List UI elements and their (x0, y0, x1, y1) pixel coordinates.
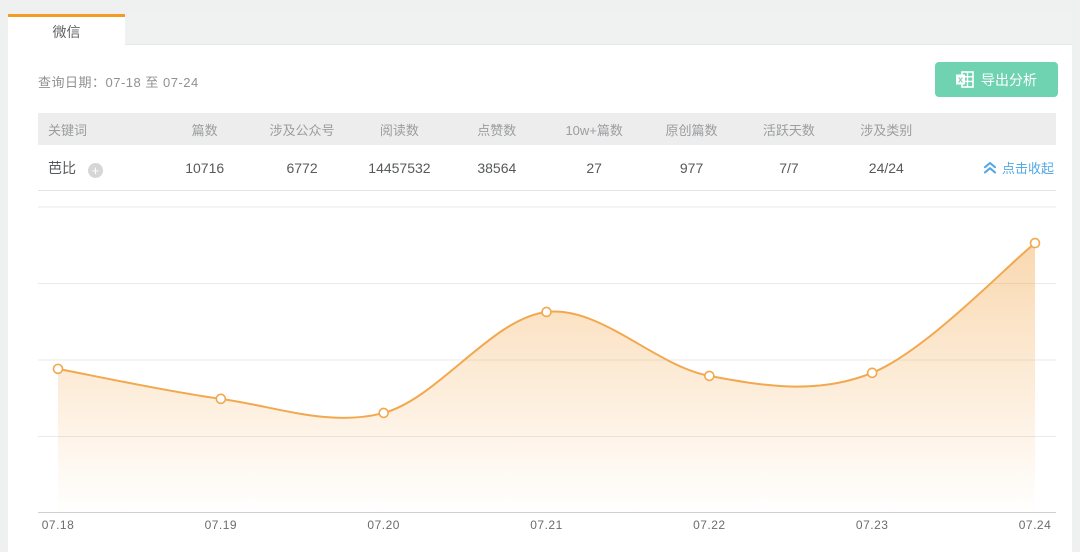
x-axis-tick-label: 07.18 (13, 518, 103, 532)
cell-active-days: 7/7 (740, 160, 837, 176)
cell-articles: 10716 (156, 160, 253, 176)
x-axis-tick-label: 07.23 (827, 518, 917, 532)
add-keyword-icon[interactable]: + (88, 163, 103, 178)
data-point-marker (216, 394, 225, 403)
export-analysis-button[interactable]: x 导出分析 (935, 62, 1058, 97)
chevron-double-up-icon (983, 161, 997, 174)
header-keyword: 关键词 (38, 120, 156, 139)
keyword-label: 芭比 (48, 160, 76, 176)
svg-text:x: x (958, 75, 963, 85)
keyword-table: 关键词 篇数 涉及公众号 阅读数 点赞数 10w+篇数 原创篇数 活跃天数 涉及… (38, 113, 1056, 191)
x-axis-tick-label: 07.19 (176, 518, 266, 532)
cell-likes: 38564 (448, 160, 545, 176)
cell-100k-articles: 27 (546, 160, 643, 176)
header-original-articles: 原创篇数 (643, 120, 740, 139)
table-header-row: 关键词 篇数 涉及公众号 阅读数 点赞数 10w+篇数 原创篇数 活跃天数 涉及… (38, 113, 1056, 145)
x-axis-tick-label: 07.22 (664, 518, 754, 532)
collapse-link[interactable]: 点击收起 (983, 158, 1054, 177)
cell-categories: 24/24 (838, 160, 935, 176)
x-axis-tick-label: 07.20 (339, 518, 429, 532)
data-point-marker (542, 307, 551, 316)
excel-icon: x (956, 71, 974, 88)
header-reads: 阅读数 (351, 120, 448, 139)
header-likes: 点赞数 (448, 120, 545, 139)
data-point-marker (705, 371, 714, 380)
tab-bar: 微信 (8, 14, 1072, 45)
cell-accounts: 6772 (253, 160, 350, 176)
cell-original-articles: 977 (643, 160, 740, 176)
header-categories: 涉及类别 (838, 120, 935, 139)
header-accounts: 涉及公众号 (253, 120, 350, 139)
tab-wechat-label: 微信 (53, 22, 81, 42)
header-active-days: 活跃天数 (740, 120, 837, 139)
data-point-marker (54, 364, 63, 373)
tab-wechat[interactable]: 微信 (8, 14, 125, 46)
query-date-label: 查询日期：07-18 至 07-24 (38, 72, 199, 91)
main-panel: 微信 查询日期：07-18 至 07-24 x 导出分析 关键词 篇数 涉及公众… (8, 14, 1072, 552)
header-articles: 篇数 (156, 120, 253, 139)
data-point-marker (379, 408, 388, 417)
data-point-marker (868, 368, 877, 377)
export-analysis-label: 导出分析 (981, 70, 1037, 90)
cell-reads: 14457532 (351, 160, 448, 176)
collapse-link-label: 点击收起 (1002, 158, 1054, 177)
header-100k-articles: 10w+篇数 (546, 120, 643, 139)
table-row: 芭比 + 10716 6772 14457532 38564 27 977 7/… (38, 145, 1056, 191)
x-axis-tick-label: 07.21 (502, 518, 592, 532)
x-axis-tick-label: 07.24 (990, 518, 1080, 532)
trend-area-chart (38, 195, 1056, 513)
x-axis-labels: 07.1807.1907.2007.2107.2207.2307.24 (38, 518, 1056, 534)
data-point-marker (1031, 239, 1040, 248)
